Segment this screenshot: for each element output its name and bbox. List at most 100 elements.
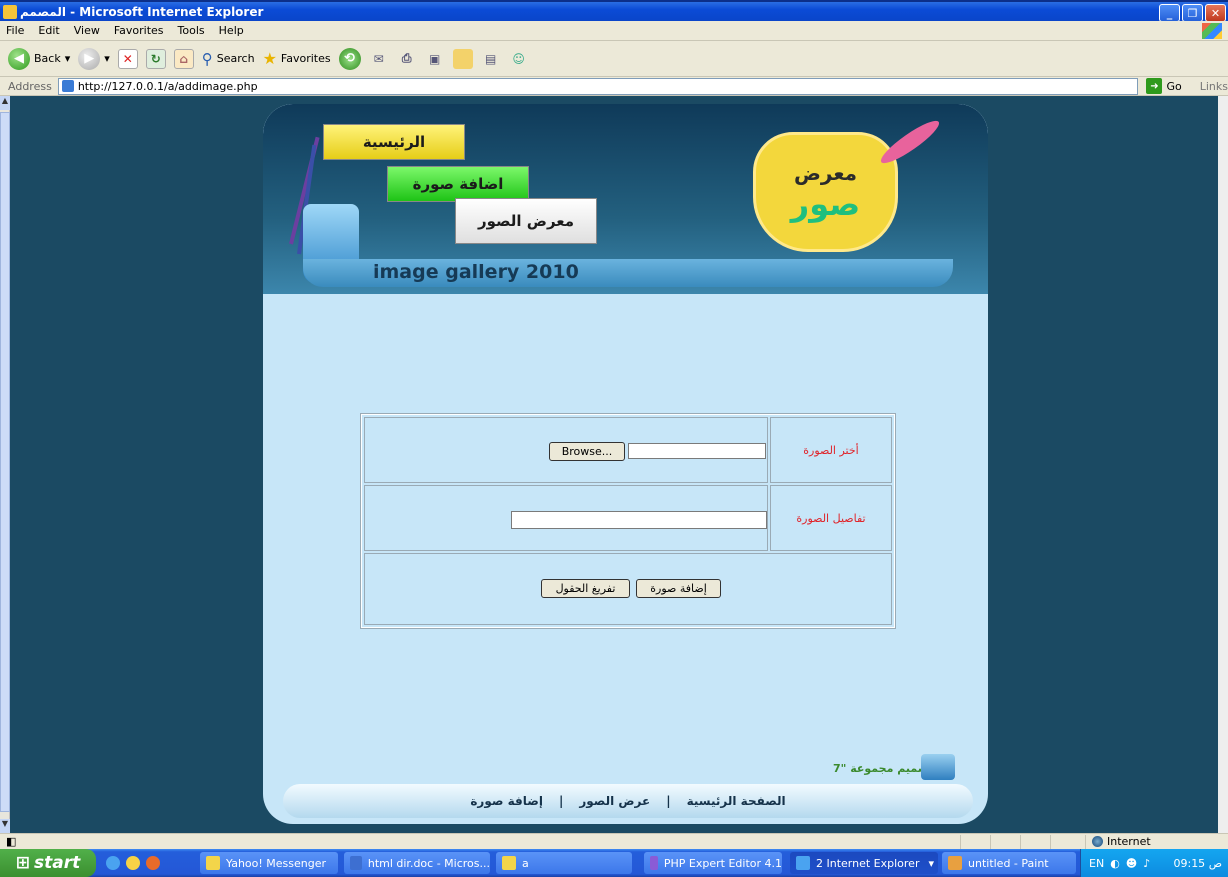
details-input[interactable] bbox=[511, 511, 767, 529]
scroll-up-icon[interactable]: ▲ bbox=[0, 96, 10, 110]
file-input[interactable] bbox=[628, 443, 766, 459]
menubar: File Edit View Favorites Tools Help bbox=[0, 21, 1228, 41]
task-internet-explorer[interactable]: 2 Internet Explorer ▾ bbox=[790, 852, 938, 874]
status-bar: ◧ Internet bbox=[0, 833, 1228, 849]
smiley-icon bbox=[206, 856, 220, 870]
scroll-down-icon[interactable]: ▼ bbox=[0, 819, 10, 833]
favorites-button[interactable]: ★ Favorites bbox=[263, 49, 331, 68]
logo-text-top: معرض bbox=[793, 161, 858, 185]
back-arrow-icon: ◀ bbox=[8, 47, 30, 70]
system-tray: EN ◐ ☻ ♪ 09:15 ص bbox=[1080, 849, 1228, 877]
home-icon[interactable]: ⌂ bbox=[173, 48, 194, 69]
word-icon bbox=[350, 856, 362, 870]
task-php-editor[interactable]: PHP Expert Editor 4.1 bbox=[644, 852, 782, 874]
page-status-icon: ◧ bbox=[6, 835, 17, 848]
back-button[interactable]: ◀ Back ▾ bbox=[8, 47, 70, 70]
go-arrow-icon: ➜ bbox=[1146, 78, 1163, 94]
close-button[interactable]: ✕ bbox=[1205, 4, 1226, 22]
site-logo: معرض صور bbox=[753, 132, 898, 252]
menu-favorites[interactable]: Favorites bbox=[114, 24, 164, 37]
monitor-paint-icon bbox=[921, 754, 955, 780]
details-cell bbox=[364, 485, 768, 551]
task-word-doc[interactable]: html dir.doc - Micros... bbox=[344, 852, 490, 874]
add-image-form: Browse... أختر الصورة تفاصيل الصورة تفري… bbox=[360, 413, 896, 629]
banner-bar: image gallery 2010 bbox=[303, 259, 953, 287]
go-button[interactable]: ➜ Go bbox=[1146, 78, 1182, 94]
windows-logo-icon bbox=[1202, 23, 1222, 39]
footer-add-link[interactable]: إضافة صورة bbox=[470, 794, 543, 808]
address-label: Address bbox=[8, 79, 52, 93]
start-button[interactable]: ⊞ start bbox=[0, 849, 96, 877]
footer-home-link[interactable]: الصفحة الرئيسية bbox=[687, 794, 786, 808]
task-yahoo-messenger[interactable]: Yahoo! Messenger bbox=[200, 852, 338, 874]
maximize-button[interactable]: ❐ bbox=[1182, 4, 1203, 22]
quick-launch bbox=[106, 856, 160, 870]
browser-viewport: الرئيسية اضافة صورة معرض الصور معرض صور … bbox=[10, 96, 1218, 833]
folder-icon[interactable] bbox=[452, 48, 473, 69]
toolbar: ◀ Back ▾ ▶ ▾ ✕ ↻ ⌂ ⚲ Search ★ Favorites ⟲ ✉ ⎙… bbox=[0, 41, 1228, 77]
search-icon: ⚲ bbox=[201, 49, 213, 68]
print-icon[interactable]: ⎙ bbox=[397, 49, 417, 69]
paint-icon bbox=[948, 856, 962, 870]
menu-file[interactable]: File bbox=[6, 24, 24, 37]
forward-button[interactable]: ▶ ▾ bbox=[78, 47, 110, 70]
firefox-quicklaunch-icon[interactable] bbox=[146, 856, 160, 870]
footer-nav: إضافة صورة | عرض الصور | الصفحة الرئيسية bbox=[283, 784, 973, 818]
window-titlebar: المصمم - Microsoft Internet Explorer _ ❐… bbox=[0, 0, 1228, 22]
browse-button[interactable]: Browse... bbox=[549, 442, 625, 461]
gallery-page: الرئيسية اضافة صورة معرض الصور معرض صور … bbox=[263, 104, 988, 824]
file-cell: Browse... bbox=[364, 417, 768, 483]
actions-cell: تفريغ الحقول إضافة صورة bbox=[364, 553, 892, 625]
submit-button[interactable]: إضافة صورة bbox=[636, 579, 721, 598]
messenger-tray-icon[interactable]: ☻ bbox=[1126, 857, 1137, 870]
ie-icon bbox=[796, 856, 810, 870]
footer-view-link[interactable]: عرض الصور bbox=[579, 794, 650, 808]
star-icon: ★ bbox=[262, 49, 277, 68]
reset-button[interactable]: تفريغ الحقول bbox=[541, 579, 630, 598]
nav-gallery-button[interactable]: معرض الصور bbox=[455, 198, 597, 244]
menu-tools[interactable]: Tools bbox=[178, 24, 205, 37]
image-details-label: تفاصيل الصورة bbox=[770, 485, 892, 551]
taskbar: ⊞ start Yahoo! Messenger html dir.doc - M… bbox=[0, 849, 1228, 877]
messenger-quicklaunch-icon[interactable] bbox=[126, 856, 140, 870]
links-label[interactable]: Links bbox=[1200, 80, 1228, 93]
right-edge bbox=[1218, 96, 1228, 833]
history-icon[interactable]: ⟲ bbox=[338, 47, 361, 70]
search-button[interactable]: ⚲ Search bbox=[202, 50, 255, 68]
stop-icon[interactable]: ✕ bbox=[117, 48, 138, 69]
ie-quicklaunch-icon[interactable] bbox=[106, 856, 120, 870]
menu-help[interactable]: Help bbox=[219, 24, 244, 37]
messenger-icon[interactable]: ☺ bbox=[509, 49, 529, 69]
folder-icon bbox=[502, 856, 516, 870]
minimize-button[interactable]: _ bbox=[1159, 4, 1180, 22]
menu-view[interactable]: View bbox=[74, 24, 100, 37]
task-paint[interactable]: untitled - Paint bbox=[942, 852, 1076, 874]
php-editor-icon bbox=[650, 856, 658, 870]
footer-separator: | bbox=[666, 794, 671, 808]
address-bar: Address http://127.0.0.1/a/addimage.php … bbox=[0, 77, 1228, 96]
nav-home-button[interactable]: الرئيسية bbox=[323, 124, 465, 160]
forward-arrow-icon: ▶ bbox=[78, 47, 101, 70]
scroll-thumb[interactable] bbox=[0, 112, 10, 812]
nav-add-image-button[interactable]: اضافة صورة bbox=[387, 166, 529, 202]
vertical-scrollbar[interactable]: ▲ ▼ bbox=[0, 96, 10, 833]
window-title: المصمم - Microsoft Internet Explorer bbox=[20, 4, 264, 19]
page-icon bbox=[61, 80, 74, 92]
feather-icon bbox=[876, 115, 944, 169]
volume-icon[interactable]: ♪ bbox=[1143, 857, 1150, 870]
network-icon[interactable]: ◐ bbox=[1110, 857, 1120, 870]
ie-icon bbox=[3, 5, 17, 19]
menu-edit[interactable]: Edit bbox=[38, 24, 59, 37]
refresh-icon[interactable]: ↻ bbox=[145, 48, 166, 69]
globe-icon bbox=[1092, 836, 1103, 847]
mail-icon[interactable]: ✉ bbox=[369, 49, 389, 69]
choose-image-label: أختر الصورة bbox=[770, 417, 892, 483]
research-icon[interactable]: ▤ bbox=[481, 49, 501, 69]
address-input[interactable]: http://127.0.0.1/a/addimage.php bbox=[57, 77, 1139, 95]
task-folder-a[interactable]: a bbox=[496, 852, 632, 874]
footer-separator: | bbox=[558, 794, 564, 808]
security-zone: Internet bbox=[1092, 835, 1151, 848]
banner-title: image gallery 2010 bbox=[373, 261, 579, 283]
language-indicator[interactable]: EN bbox=[1089, 857, 1104, 870]
edit-icon[interactable]: ▣ bbox=[425, 49, 445, 69]
